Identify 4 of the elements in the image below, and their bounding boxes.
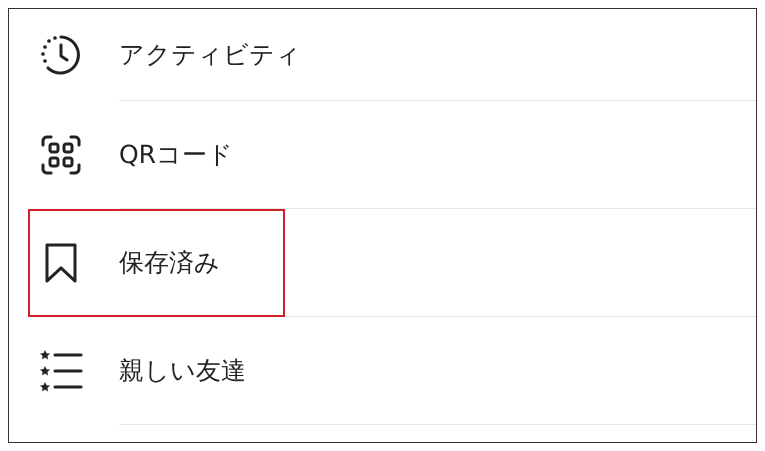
menu-item-label[interactable]: 保存済み [119, 246, 220, 279]
menu-item-label[interactable]: QRコード [119, 138, 234, 171]
menu-item-label[interactable]: アクティビティ [119, 38, 301, 71]
menu-item-label[interactable]: 親しい友達 [119, 354, 246, 387]
